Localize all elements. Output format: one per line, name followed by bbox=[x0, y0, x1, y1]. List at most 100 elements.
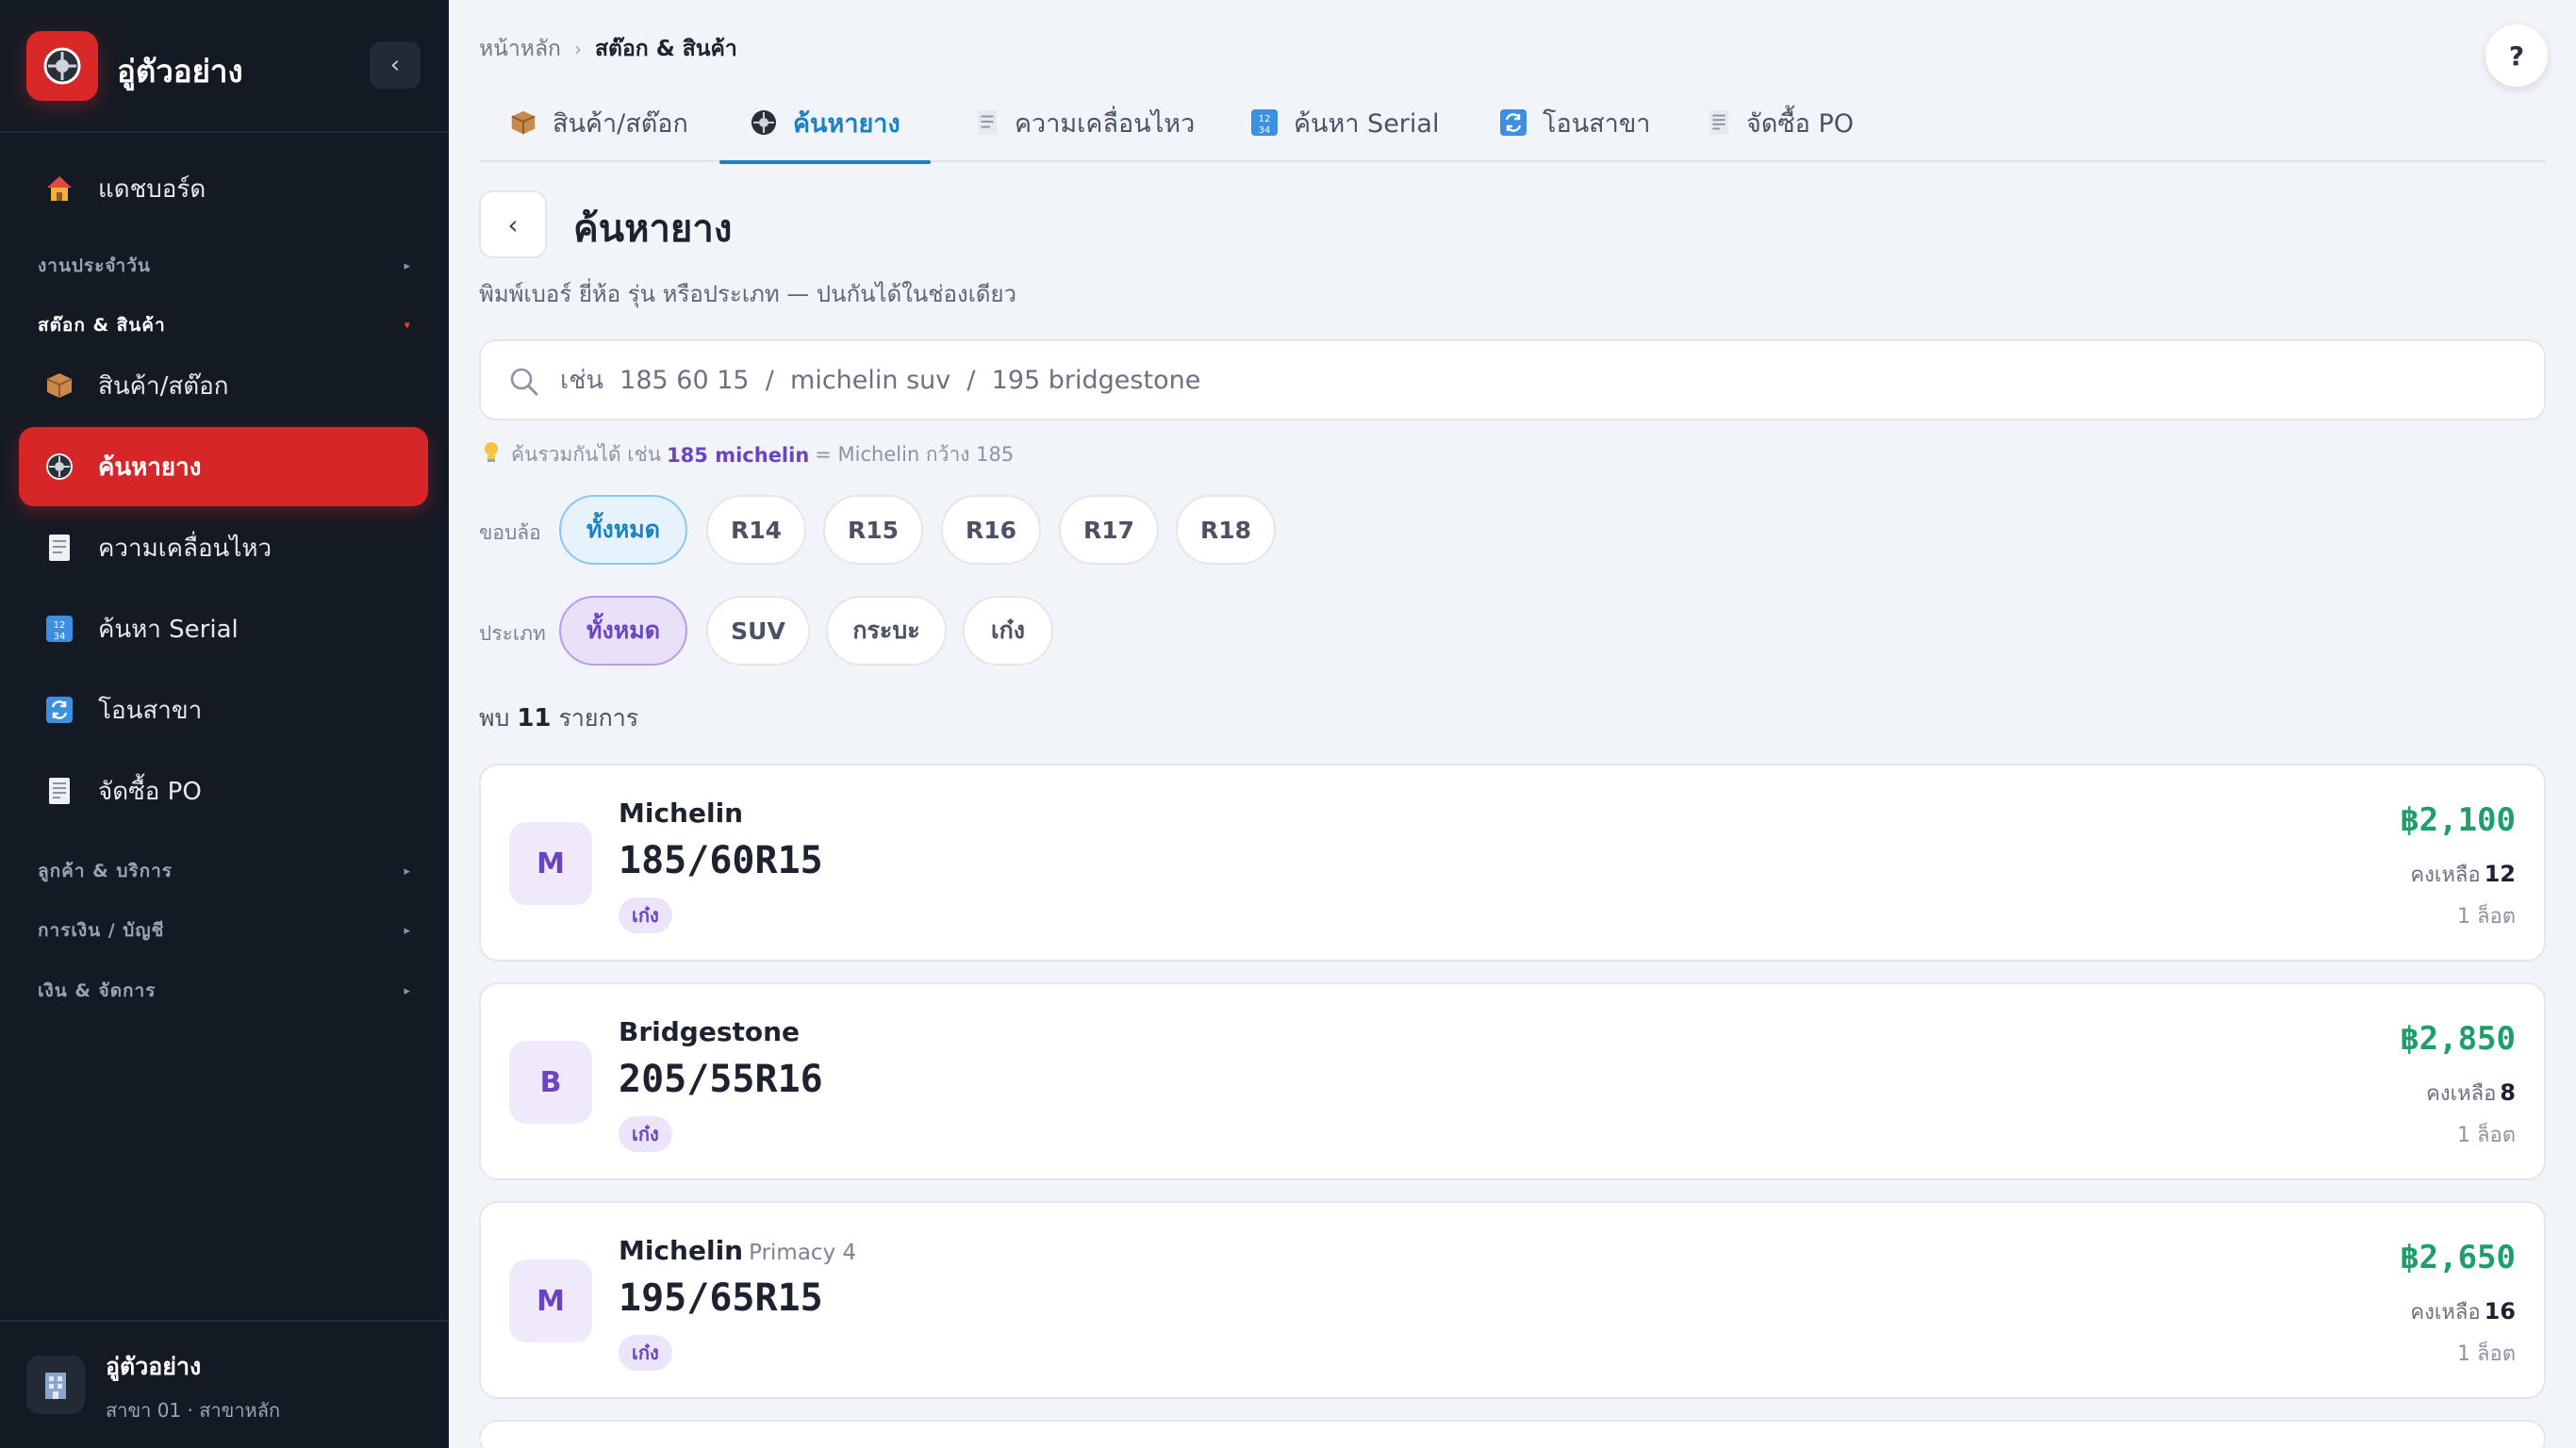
stock-label: คงเหลือ bbox=[2410, 1301, 2481, 1325]
tire-result-card[interactable]: M Michelin Primacy 4 195/65R15 เก๋ง ฿2,65… bbox=[479, 1201, 2546, 1399]
tire-stock: คงเหลือ 8 bbox=[2426, 1077, 2516, 1110]
tab-label: โอนสาขา bbox=[1543, 108, 1651, 139]
receipt-icon bbox=[975, 108, 999, 137]
chevron-right-icon: ▸ bbox=[404, 864, 411, 879]
hint-prefix: ค้นรวมกันได้ เช่น bbox=[511, 443, 662, 466]
type-filter-label: ประเภท bbox=[479, 622, 546, 645]
tab-label: ค้นหายาง bbox=[793, 108, 900, 139]
rim-chip-r18[interactable]: R18 bbox=[1176, 495, 1276, 565]
sidebar-footer[interactable]: อู่ตัวอย่าง สาขา 01 · สาขาหลัก bbox=[0, 1320, 449, 1448]
sidebar-group-label: งานประจำวัน bbox=[38, 255, 151, 276]
brand-avatar: M bbox=[509, 822, 592, 905]
document-icon bbox=[1707, 108, 1731, 137]
building-icon bbox=[26, 1356, 85, 1414]
sidebar-item-products[interactable]: สินค้า/สต๊อก bbox=[19, 346, 428, 425]
stock-count: 12 bbox=[2484, 861, 2516, 887]
tab-tire-search[interactable]: ค้นหายาง bbox=[719, 83, 931, 164]
brand: อู่ตัวอย่าง ‹ bbox=[26, 31, 422, 101]
rim-chip-r14[interactable]: R14 bbox=[706, 495, 806, 565]
sidebar-item-label: ค้นหายาง bbox=[98, 452, 202, 482]
receipt-icon bbox=[41, 530, 77, 566]
type-chip-pickup[interactable]: กระบะ bbox=[826, 596, 947, 666]
sidebar-item-label: แดชบอร์ด bbox=[98, 174, 206, 204]
sidebar-item-dashboard[interactable]: แดชบอร์ด bbox=[19, 149, 428, 228]
result-count: พบ 11 รายการ bbox=[479, 699, 638, 737]
breadcrumb-current: สต๊อก & สินค้า bbox=[594, 37, 737, 61]
back-button[interactable]: ‹ bbox=[479, 190, 547, 258]
tire-size: 195/65R15 bbox=[619, 1276, 823, 1320]
brand-avatar: B bbox=[509, 1041, 592, 1124]
type-chip-suv[interactable]: SUV bbox=[706, 596, 810, 666]
stock-count: 16 bbox=[2484, 1298, 2516, 1325]
tire-result-card[interactable] bbox=[479, 1420, 2546, 1448]
brand-title: อู่ตัวอย่าง bbox=[117, 53, 243, 90]
tab-branch-transfer[interactable]: โอนสาขา bbox=[1469, 83, 1680, 162]
transfer-icon bbox=[41, 692, 77, 728]
tab-movements[interactable]: ความเคลื่อนไหว bbox=[945, 83, 1225, 162]
sidebar-group-customers[interactable]: ลูกค้า & บริการ ▸ bbox=[38, 852, 411, 890]
number-grid-icon: 12 34 bbox=[41, 611, 77, 647]
rim-filter-label: ขอบล้อ bbox=[479, 521, 541, 544]
type-chip-sedan[interactable]: เก๋ง bbox=[963, 596, 1053, 666]
tire-size: 185/60R15 bbox=[619, 839, 823, 882]
stock-label: คงเหลือ bbox=[2410, 864, 2481, 887]
sidebar-item-label: จัดซื้อ PO bbox=[98, 777, 202, 806]
hint-example: 185 michelin bbox=[667, 443, 810, 467]
search-box[interactable] bbox=[479, 339, 2546, 420]
sidebar-group-management[interactable]: เงิน & จัดการ ▸ bbox=[38, 972, 411, 1010]
tire-brand-name: Michelin bbox=[619, 1235, 744, 1266]
rim-chip-all[interactable]: ทั้งหมด bbox=[559, 495, 687, 565]
chevron-right-icon: ▸ bbox=[404, 983, 411, 998]
branch-subtitle: สาขา 01 · สาขาหลัก bbox=[106, 1399, 281, 1422]
tire-brand-name: Michelin bbox=[619, 798, 744, 829]
tire-stock: คงเหลือ 12 bbox=[2410, 858, 2516, 891]
tire-type-badge: เก๋ง bbox=[619, 1116, 672, 1152]
search-icon bbox=[510, 368, 538, 396]
tire-result-card[interactable]: M Michelin 185/60R15 เก๋ง ฿2,100 คงเหลือ… bbox=[479, 764, 2546, 962]
tire-lots: 1 ล็อต bbox=[2457, 905, 2516, 929]
type-chip-all[interactable]: ทั้งหมด bbox=[559, 596, 687, 666]
help-button[interactable]: ? bbox=[2485, 25, 2548, 87]
sidebar-group-stock[interactable]: สต๊อก & สินค้า ▾ bbox=[38, 306, 411, 344]
sidebar-item-purchase-order[interactable]: จัดซื้อ PO bbox=[19, 751, 428, 831]
sidebar-item-serial-search[interactable]: 12 34 ค้นหา Serial bbox=[19, 589, 428, 668]
search-input[interactable] bbox=[560, 341, 2521, 419]
tire-stock: คงเหลือ 16 bbox=[2410, 1295, 2516, 1328]
stock-count: 8 bbox=[2500, 1079, 2516, 1106]
package-icon bbox=[509, 108, 537, 137]
tab-label: สินค้า/สต๊อก bbox=[553, 108, 688, 139]
tab-serial-search[interactable]: 12 34 ค้นหา Serial bbox=[1220, 83, 1469, 162]
tire-result-card[interactable]: B Bridgestone 205/55R16 เก๋ง ฿2,850 คงเห… bbox=[479, 982, 2546, 1180]
svg-text:34: 34 bbox=[1259, 125, 1271, 136]
sidebar-group-accounting[interactable]: การเงิน / บัญชี ▸ bbox=[38, 912, 411, 949]
tab-label: จัดซื้อ PO bbox=[1746, 108, 1855, 139]
sidebar-item-label: โอนสาขา bbox=[98, 696, 203, 725]
sidebar-group-label: เงิน & จัดการ bbox=[38, 980, 157, 1001]
sidebar-item-tire-search[interactable]: ค้นหายาง bbox=[19, 427, 428, 506]
sidebar-divider bbox=[0, 131, 449, 133]
svg-text:34: 34 bbox=[54, 632, 66, 642]
main-content: หน้าหลัก › สต๊อก & สินค้า ? สินค้า/สต๊อก… bbox=[449, 0, 2576, 1448]
rim-chip-r15[interactable]: R15 bbox=[823, 495, 923, 565]
chevron-right-icon: ▸ bbox=[404, 258, 411, 273]
sidebar-item-branch-transfer[interactable]: โอนสาขา bbox=[19, 670, 428, 749]
package-icon bbox=[41, 368, 77, 403]
chevron-right-icon: ▸ bbox=[404, 923, 411, 938]
chevron-down-icon: ▾ bbox=[404, 318, 411, 333]
sidebar-item-movements[interactable]: ความเคลื่อนไหว bbox=[19, 508, 428, 587]
breadcrumb: หน้าหลัก › สต๊อก & สินค้า bbox=[479, 32, 737, 66]
tab-purchase-order[interactable]: จัดซื้อ PO bbox=[1676, 83, 1884, 162]
tab-products[interactable]: สินค้า/สต๊อก bbox=[479, 83, 718, 162]
tab-bar: สินค้า/สต๊อก ค้นหายาง ความเคลื่อนไหว 12 3… bbox=[479, 83, 2546, 164]
house-icon bbox=[41, 171, 77, 206]
breadcrumb-home[interactable]: หน้าหลัก bbox=[479, 32, 561, 66]
sidebar-group-daily[interactable]: งานประจำวัน ▸ bbox=[38, 247, 411, 285]
rim-chip-r16[interactable]: R16 bbox=[941, 495, 1041, 565]
stock-label: คงเหลือ bbox=[2426, 1082, 2497, 1106]
tire-lots: 1 ล็อต bbox=[2457, 1342, 2516, 1366]
rim-chip-r17[interactable]: R17 bbox=[1059, 495, 1159, 565]
collapse-sidebar-button[interactable]: ‹ bbox=[370, 41, 421, 89]
tire-brand: Michelin Primacy 4 bbox=[619, 1235, 856, 1266]
search-hint: ค้นรวมกันได้ เช่น 185 michelin = Micheli… bbox=[483, 439, 1014, 470]
tire-model: Primacy 4 bbox=[749, 1241, 857, 1265]
